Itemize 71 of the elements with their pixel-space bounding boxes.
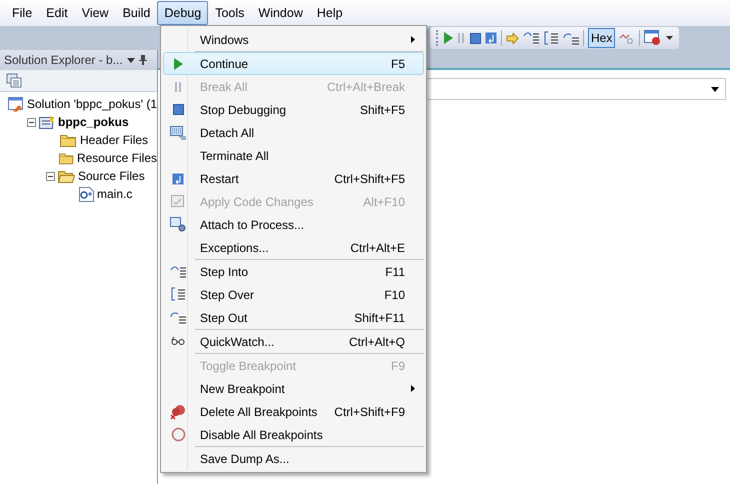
- caret-icon[interactable]: [711, 86, 719, 92]
- hex-button[interactable]: Hex: [588, 28, 616, 48]
- menu-item[interactable]: Save Dump As...: [163, 447, 424, 470]
- restart-icon: [172, 172, 184, 184]
- step-over-icon: [170, 287, 186, 302]
- menu-item[interactable]: Tools: [208, 0, 252, 26]
- menu-item[interactable]: Debug: [157, 0, 208, 26]
- step-into-icon: [170, 266, 186, 278]
- menu-item[interactable]: Window: [251, 0, 310, 26]
- menu-item[interactable]: Restart Ctrl+Shift+F5: [163, 167, 424, 190]
- caret-icon[interactable]: [126, 58, 135, 62]
- menu-item[interactable]: New Breakpoint: [163, 377, 424, 400]
- project-icon: [39, 114, 55, 130]
- step-out-icon[interactable]: [563, 32, 579, 44]
- solution-icon: [8, 96, 24, 112]
- menu-item[interactable]: Stop Debugging Shift+F5: [163, 98, 424, 121]
- menu-item[interactable]: Windows: [163, 28, 424, 51]
- arrow-icon[interactable]: [506, 32, 519, 44]
- pause-icon: [174, 80, 182, 92]
- folder-icon: [60, 134, 77, 146]
- menu-item[interactable]: Attach to Process...: [163, 213, 424, 236]
- menu-item[interactable]: Delete All Breakpoints Ctrl+Shift+F9: [163, 400, 424, 423]
- tree-item[interactable]: main.c: [97, 185, 132, 203]
- window-list-icon: [170, 126, 186, 140]
- minus-icon: [48, 174, 53, 178]
- tree-item[interactable]: Resource Files: [76, 149, 157, 167]
- breakpoint-window-icon[interactable]: [644, 30, 662, 46]
- collapse-toggle[interactable]: [27, 118, 36, 126]
- menu-item[interactable]: Help: [310, 0, 350, 26]
- breakpoint-delete-icon: [170, 404, 186, 420]
- menu-item[interactable]: Disable All Breakpoints: [163, 423, 424, 446]
- step-over-icon[interactable]: [543, 30, 559, 46]
- document-icon: [171, 195, 185, 208]
- properties-icon[interactable]: [6, 73, 22, 88]
- menu-item[interactable]: Terminate All: [163, 144, 424, 167]
- menu-item[interactable]: Continue F5: [163, 52, 424, 75]
- caret-icon[interactable]: [666, 36, 674, 40]
- menu-item[interactable]: View: [74, 0, 116, 26]
- open-folder-icon: [58, 170, 75, 182]
- step-out-icon: [170, 311, 186, 324]
- menu-item[interactable]: Step Over F10: [163, 283, 424, 306]
- submenu-arrow-icon: [411, 36, 415, 43]
- window-gear-icon: [170, 217, 186, 232]
- breakpoint-outline-icon: [170, 427, 186, 442]
- folder-icon: [58, 152, 74, 164]
- stop-icon[interactable]: [470, 32, 481, 44]
- tree-item[interactable]: Source Files: [78, 167, 145, 185]
- menu-item[interactable]: Step Out Shift+F11: [163, 306, 424, 329]
- play-icon[interactable]: [443, 32, 453, 44]
- minus-icon: [29, 120, 34, 124]
- menu-item[interactable]: Build: [116, 0, 158, 26]
- menu-item[interactable]: Edit: [39, 0, 75, 26]
- tree-item[interactable]: bppc_pokus: [58, 113, 129, 131]
- collapse-toggle[interactable]: [46, 172, 55, 180]
- menu-item[interactable]: File: [5, 0, 40, 26]
- watch-icon[interactable]: [619, 32, 636, 44]
- step-into-icon[interactable]: [523, 32, 539, 44]
- stop-icon: [172, 104, 184, 115]
- menu-item[interactable]: Exceptions... Ctrl+Alt+E: [163, 236, 424, 259]
- panel-title: Solution Explorer - b...: [4, 52, 123, 69]
- menu-item[interactable]: QuickWatch... Ctrl+Alt+Q: [163, 330, 424, 353]
- restart-icon[interactable]: [485, 32, 497, 44]
- tree-item[interactable]: Header Files: [80, 131, 148, 149]
- submenu-arrow-icon: [411, 385, 415, 392]
- pin-icon[interactable]: [138, 55, 147, 65]
- glasses-icon: [171, 337, 185, 346]
- menu-item[interactable]: Step Into F11: [163, 260, 424, 283]
- play-icon: [173, 58, 183, 70]
- tree-item[interactable]: Solution 'bppc_pokus' (1: [26, 95, 157, 113]
- c-file-icon: [79, 186, 94, 202]
- menu-item[interactable]: Detach All: [163, 121, 424, 144]
